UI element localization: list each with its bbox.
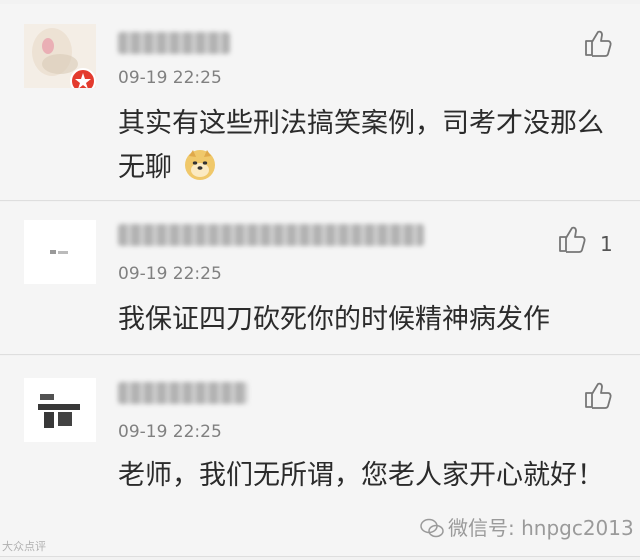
comment-time: 09-19 22:25 (118, 422, 222, 442)
watermark-text: 微信号: hnpgc2013 (448, 516, 634, 540)
avatar[interactable] (24, 24, 96, 88)
comment-time: 09-19 22:25 (118, 68, 222, 88)
doge-emoji-icon (184, 150, 215, 180)
avatar[interactable] (24, 220, 96, 284)
comment-text: 我保证四刀砍死你的时候精神病发作 (118, 304, 550, 335)
avatar[interactable] (24, 378, 96, 442)
wechat-watermark: 微信号: hnpgc2013 (420, 512, 634, 541)
comment-text: 其实有这些刑法搞笑案例，司考才没那么无聊 (118, 102, 618, 190)
thumbs-up-icon[interactable] (556, 224, 586, 254)
comment-item: 09-19 22:25 其实有这些刑法搞笑案例，司考才没那么无聊 (0, 4, 640, 201)
wechat-icon (420, 518, 444, 538)
username-blurred[interactable] (118, 32, 230, 54)
like-count: 1 (600, 232, 613, 256)
avatar-image (24, 378, 96, 442)
username-blurred[interactable] (118, 224, 424, 246)
comment-text: 老师，我们无所谓，您老人家开心就好！ (118, 460, 604, 491)
username-blurred[interactable] (118, 382, 248, 404)
red-star-badge-icon (70, 68, 96, 88)
comment-time: 09-19 22:25 (118, 264, 222, 284)
corner-watermark: 大众点评 (2, 540, 46, 553)
comment-item: 09-19 22:25 我保证四刀砍死你的时候精神病发作 1 (0, 202, 640, 355)
thumbs-up-icon[interactable] (582, 28, 612, 58)
thumbs-up-icon[interactable] (582, 380, 612, 410)
avatar-image (24, 220, 96, 284)
